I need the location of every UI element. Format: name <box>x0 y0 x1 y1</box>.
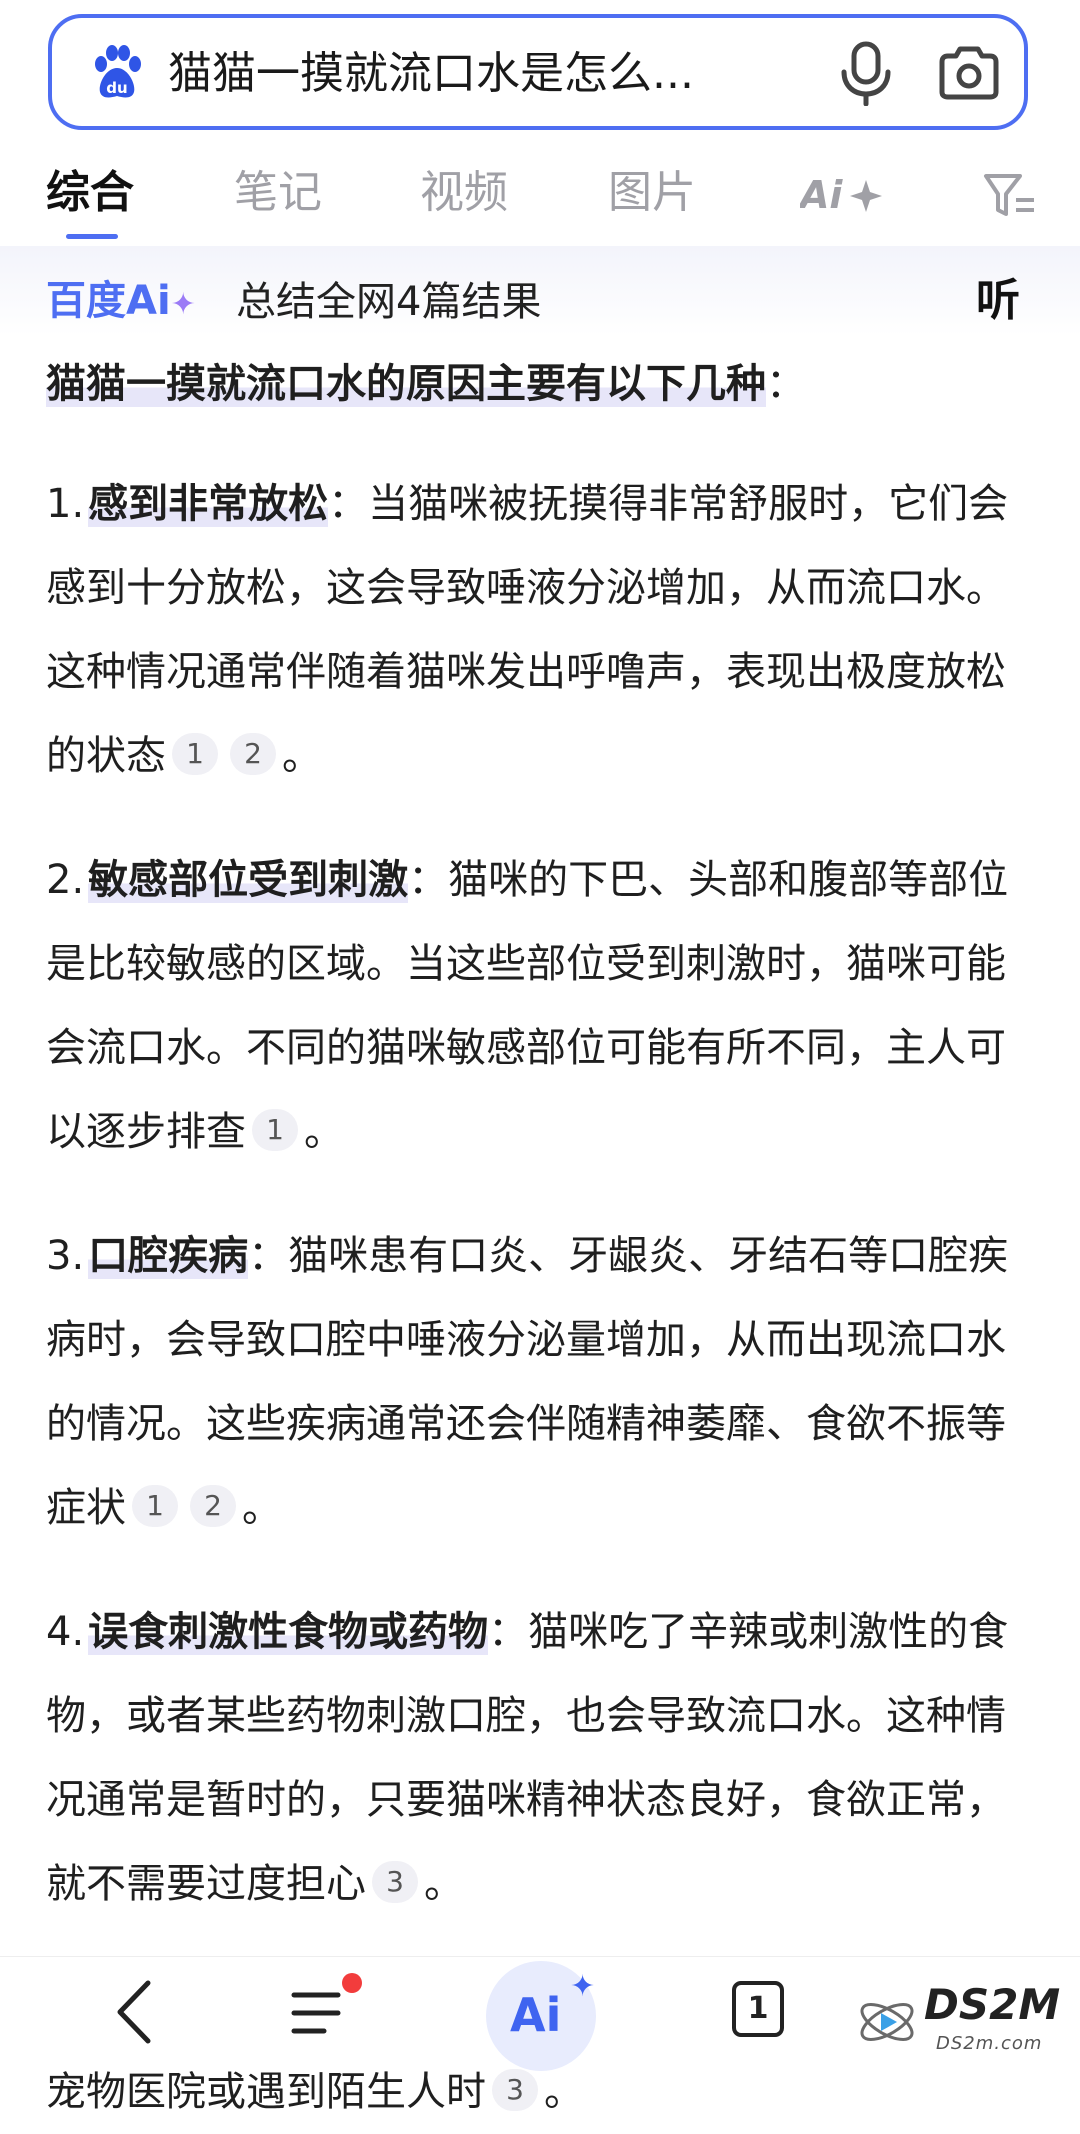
citation-badge[interactable]: 2 <box>230 733 276 775</box>
baidu-ai-logo-text: 百度Ai <box>46 278 171 324</box>
watermark-title: DS2M <box>924 1980 1061 2029</box>
microphone-icon[interactable] <box>838 40 894 106</box>
citation-badge[interactable]: 3 <box>372 1861 418 1903</box>
tab-all[interactable]: 综合 <box>46 158 134 228</box>
active-tab-indicator <box>66 234 118 239</box>
search-input[interactable]: 猫猫一摸就流口水是怎么... <box>168 44 808 104</box>
answer-item-number: 2. <box>46 857 85 903</box>
watermark-logo-icon <box>860 2003 914 2041</box>
ai-assistant-button[interactable]: Ai ✦ <box>486 1961 596 2071</box>
answer-item-end-punct: 。 <box>304 1109 344 1155</box>
sparkle-icon: ✦ <box>570 1969 596 2004</box>
listen-button[interactable]: 听 <box>976 274 1020 328</box>
camera-icon[interactable] <box>938 46 1000 100</box>
citation-badge[interactable]: 2 <box>190 1485 236 1527</box>
citation-badge[interactable]: 1 <box>252 1109 298 1151</box>
back-arrow-icon[interactable] <box>110 1977 160 2047</box>
tab-videos[interactable]: 视频 <box>420 158 508 228</box>
tab-ai-plus-icon[interactable]: Ai <box>800 172 886 216</box>
tab-switcher-button[interactable]: 1 <box>732 1981 784 2037</box>
answer-item: 4. 误食刺激性食物或药物：猫咪吃了辛辣或刺激性的食物，或者某些药物刺激口腔，也会… <box>46 1590 1026 1926</box>
citation-badge[interactable]: 1 <box>172 733 218 775</box>
filter-icon[interactable] <box>982 172 1036 218</box>
answer-item-title: 误食刺激性食物或药物 <box>88 1609 489 1655</box>
answer-intro: 猫猫一摸就流口水的原因主要有以下几种 <box>46 361 766 407</box>
citation-badge[interactable]: 1 <box>132 1485 178 1527</box>
answer-item: 2. 敏感部位受到刺激：猫咪的下巴、头部和腹部等部位是比较敏感的区域。当这些部位受… <box>46 838 1026 1174</box>
ai-card-header: 百度Ai✦ 总结全网4篇结果 听 <box>46 272 1036 332</box>
answer-intro-punct: ： <box>766 361 806 407</box>
watermark-url: DS2m.com <box>936 2033 1043 2054</box>
bottom-nav-bar: Ai ✦ 1 DS2M DS2m.com <box>0 1956 1080 2071</box>
answer-item-end-punct: 。 <box>242 1485 282 1531</box>
tab-images[interactable]: 图片 <box>608 158 696 228</box>
tab-notes[interactable]: 笔记 <box>234 158 322 228</box>
ai-summary-card: 百度Ai✦ 总结全网4篇结果 听 猫猫一摸就流口水的原因主要有以下几种： 1. 感… <box>0 246 1080 2115</box>
answer-item-end-punct: 。 <box>424 1861 464 1907</box>
summary-caption: 总结全网4篇结果 <box>236 279 542 325</box>
sparkle-icon: ✦ <box>170 287 196 322</box>
ai-button-label: Ai <box>510 1988 562 2042</box>
answer-item-end-punct: 。 <box>544 2069 584 2115</box>
answer-item: 3. 口腔疾病：猫咪患有口炎、牙龈炎、牙结石等口腔疾病时，会导致口腔中唾液分泌量增… <box>46 1214 1026 1550</box>
citation-badge[interactable]: 3 <box>492 2069 538 2111</box>
baidu-ai-logo: 百度Ai✦ <box>46 276 196 330</box>
answer-item-number: 3. <box>46 1233 85 1279</box>
answer-item-title: 敏感部位受到刺激 <box>88 857 409 903</box>
answer-item-title: 感到非常放松 <box>88 481 329 527</box>
watermark: DS2M DS2m.com <box>856 1981 1066 2067</box>
svg-text:Ai: Ai <box>800 173 843 216</box>
answer-item: 1. 感到非常放松：当猫咪被抚摸得非常舒服时，它们会感到十分放松，这会导致唾液分泌… <box>46 462 1026 798</box>
ai-answer-content: 猫猫一摸就流口水的原因主要有以下几种： 1. 感到非常放松：当猫咪被抚摸得非常舒服… <box>46 346 1026 2134</box>
notification-dot <box>342 1973 362 1993</box>
answer-item-end-punct: 。 <box>282 733 322 779</box>
answer-item-title: 口腔疾病 <box>88 1233 249 1279</box>
svg-text:du: du <box>106 79 127 97</box>
answer-item-number: 4. <box>46 1609 85 1655</box>
baidu-paw-icon: du <box>95 45 141 98</box>
search-bar[interactable]: du 猫猫一摸就流口水是怎么... <box>48 14 1028 130</box>
search-tabs: 综合 笔记 视频 图片 Ai <box>0 158 1080 246</box>
answer-item-number: 1. <box>46 481 85 527</box>
